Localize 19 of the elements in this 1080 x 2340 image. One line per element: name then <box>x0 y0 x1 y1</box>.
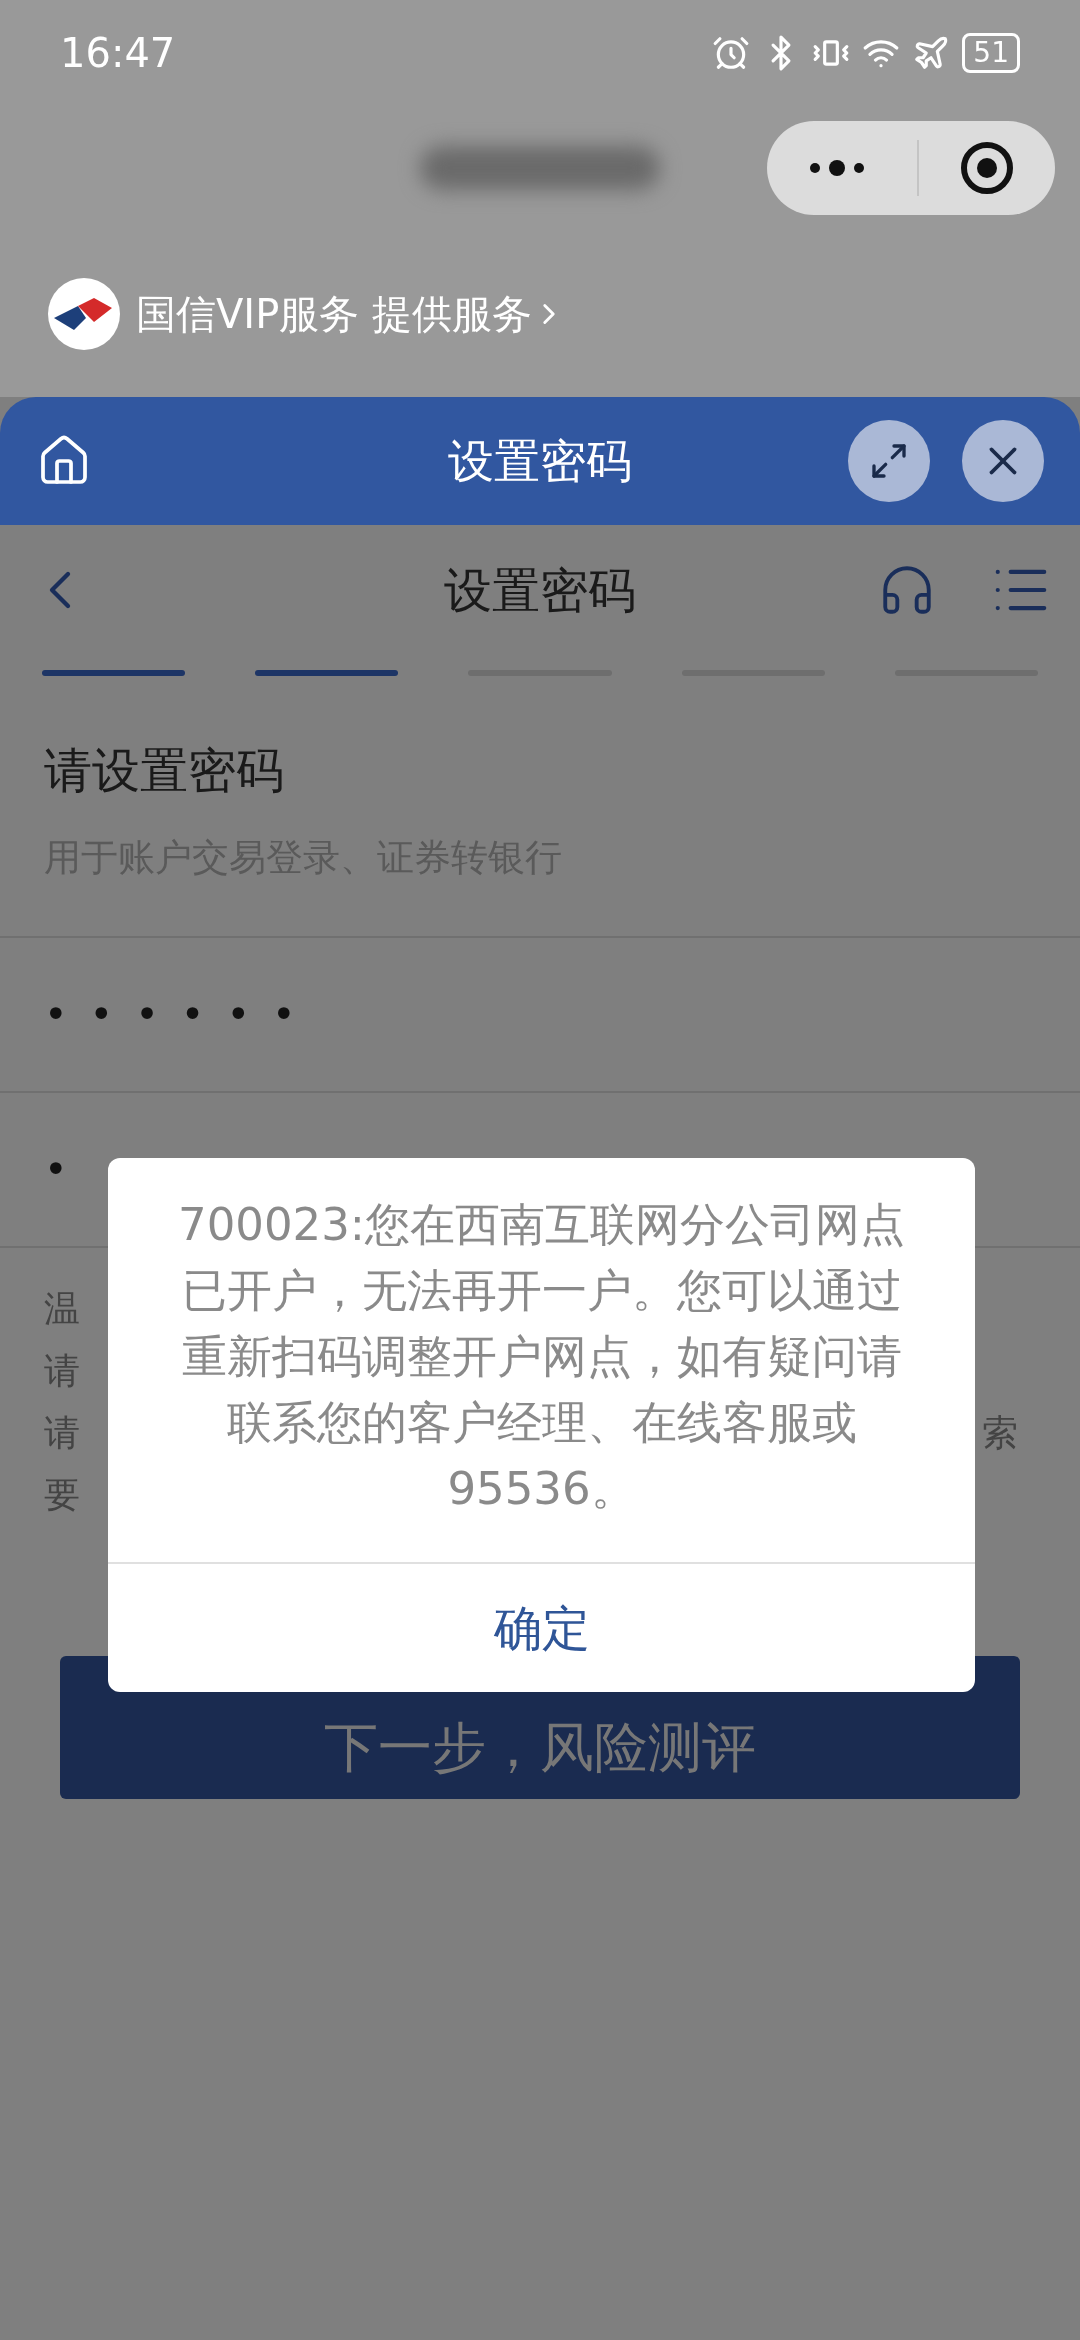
dialog-message: 700023:您在西南互联网分公司网点已开户，无法再开一户。您可以通过重新扫码调整开户网点，如有疑问请联系您的客户经理、在线客服或95536。 <box>177 1197 906 1517</box>
status-time: 16:47 <box>60 28 176 78</box>
app-bar-title: 设置密码 <box>448 432 632 490</box>
notice-text: 温 <box>44 1287 80 1330</box>
section-title: 请设置密码 <box>44 741 285 800</box>
password-field[interactable]: •••••• <box>44 984 356 1044</box>
provider-label[interactable]: 国信VIP服务 提供服务 <box>136 283 532 344</box>
logo-icon <box>48 277 120 350</box>
target-icon[interactable] <box>959 139 1015 196</box>
confirm-button[interactable]: 确定 <box>108 1562 975 1692</box>
page-title: 设置密码 <box>444 561 636 620</box>
notice-text: 请 <box>44 1411 80 1454</box>
password-field[interactable]: • <box>44 1139 96 1199</box>
battery-level: 51 <box>962 32 1020 73</box>
notice-text: 要 <box>44 1473 80 1516</box>
notice-text: 索 <box>982 1411 1018 1454</box>
expand-icon[interactable] <box>869 441 909 481</box>
notice-text: 请 <box>44 1349 80 1392</box>
more-icon[interactable] <box>807 157 867 178</box>
